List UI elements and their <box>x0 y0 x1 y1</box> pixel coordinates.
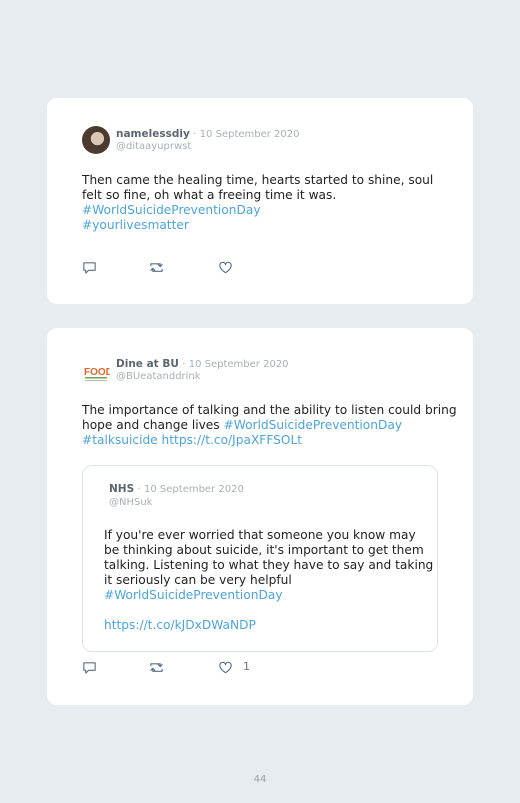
hashtag-link[interactable]: #WorldSuicidePreventionDay <box>82 203 433 218</box>
separator-dot: · <box>193 129 197 140</box>
quote-author-handle[interactable]: @NHSuk <box>109 496 152 509</box>
hashtag-link[interactable]: #WorldSuicidePreventionDay <box>104 588 433 603</box>
quote-author-name[interactable]: NHS <box>109 483 134 495</box>
like-icon[interactable] <box>218 260 233 275</box>
tweet-text-fragment: hope and change lives <box>82 418 224 432</box>
like-count: 1 <box>243 660 250 673</box>
reply-icon[interactable] <box>82 660 97 675</box>
quote-text: If you're ever worried that someone you … <box>104 528 433 633</box>
retweet-icon[interactable] <box>148 660 165 675</box>
avatar[interactable]: FOOD <box>82 358 110 386</box>
quote-date[interactable]: 10 September 2020 <box>144 484 244 495</box>
retweet-icon[interactable] <box>148 260 165 275</box>
avatar-logo-text: FOOD <box>84 367 110 378</box>
tweet-card: namelessdiy · 10 September 2020 @ditaayu… <box>47 98 473 304</box>
quote-text-line: be thinking about suicide, it's importan… <box>104 543 424 557</box>
reply-icon[interactable] <box>82 260 97 275</box>
tweet-date[interactable]: 10 September 2020 <box>200 129 300 140</box>
tweet-card: FOOD Dine at BU · 10 September 2020 @BUe… <box>47 328 473 705</box>
quote-header: NHS · 10 September 2020 <box>109 483 244 496</box>
tweet-text: Then came the healing time, hearts start… <box>82 173 433 233</box>
tweet-text: The importance of talking and the abilit… <box>82 403 457 448</box>
url-link[interactable]: https://t.co/kJDxDWaNDP <box>104 618 433 633</box>
tweet-text-line: The importance of talking and the abilit… <box>82 403 457 417</box>
tweet-date[interactable]: 10 September 2020 <box>189 359 289 370</box>
hashtag-url-link[interactable]: #talksuicide https://t.co/JpaXFFSOLt <box>82 433 457 448</box>
quote-text-line: If you're ever worried that someone you … <box>104 528 416 542</box>
tweet-text-line: felt so fine, oh what a freeing time it … <box>82 188 337 202</box>
author-name[interactable]: Dine at BU <box>116 358 179 370</box>
separator-dot: · <box>182 359 186 370</box>
separator-dot: · <box>137 484 141 495</box>
quote-text-line: talking. Listening to what they have to … <box>104 558 434 572</box>
like-icon[interactable] <box>218 660 233 675</box>
hashtag-link[interactable]: #WorldSuicidePreventionDay <box>224 418 403 432</box>
author-handle[interactable]: @ditaayuprwst <box>116 140 191 153</box>
avatar[interactable] <box>82 126 110 154</box>
hashtag-link[interactable]: #yourlivesmatter <box>82 218 433 233</box>
quoted-tweet[interactable]: NHS · 10 September 2020 @NHSuk If you're… <box>82 465 438 652</box>
tweet-text-line: hope and change lives #WorldSuicidePreve… <box>82 418 457 433</box>
page-number: 44 <box>253 774 267 785</box>
author-name[interactable]: namelessdiy <box>116 128 190 140</box>
quote-text-line: it seriously can be very helpful <box>104 573 292 587</box>
tweet-text-line: Then came the healing time, hearts start… <box>82 173 434 187</box>
author-handle[interactable]: @BUeatanddrink <box>116 370 201 383</box>
